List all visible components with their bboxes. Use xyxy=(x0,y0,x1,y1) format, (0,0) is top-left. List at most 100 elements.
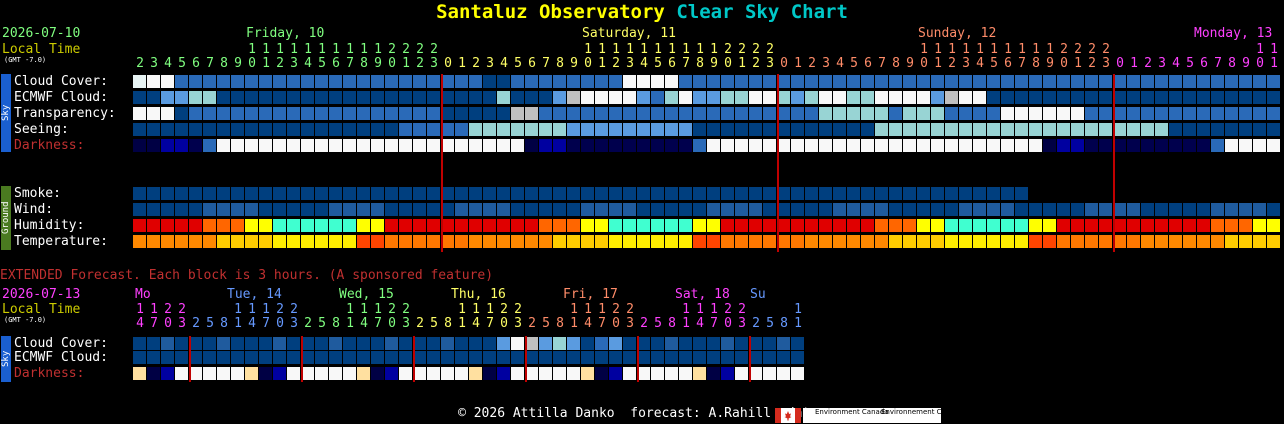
forecast-cell xyxy=(483,107,497,120)
forecast-cell xyxy=(917,203,931,216)
forecast-cell xyxy=(147,219,161,232)
forecast-cell xyxy=(735,203,749,216)
hour-ones: 5 xyxy=(178,56,186,71)
forecast-cell xyxy=(147,337,161,350)
agency-name-en: Environment Canada xyxy=(815,408,889,416)
forecast-cell xyxy=(203,75,217,88)
forecast-cell xyxy=(651,107,665,120)
forecast-cell xyxy=(567,139,581,152)
forecast-cell xyxy=(301,107,315,120)
forecast-cell xyxy=(1267,139,1281,152)
forecast-cell xyxy=(1043,123,1057,136)
forecast-cell xyxy=(959,203,973,216)
hour-ones: 2 xyxy=(752,56,760,71)
forecast-cell xyxy=(343,107,357,120)
forecast-cell xyxy=(259,351,273,364)
forecast-cell xyxy=(469,107,483,120)
forecast-cell xyxy=(651,139,665,152)
forecast-cell xyxy=(343,219,357,232)
forecast-cell xyxy=(315,123,329,136)
footer-credits: © 2026 Attilla Danko forecast: A.Rahill … xyxy=(0,406,1284,422)
forecast-cell xyxy=(805,139,819,152)
forecast-cell xyxy=(581,107,595,120)
forecast-cell xyxy=(1127,91,1141,104)
hour-ones: 4 xyxy=(136,316,144,331)
forecast-cell xyxy=(413,187,427,200)
forecast-cell xyxy=(595,75,609,88)
hour-ones: 4 xyxy=(472,316,480,331)
forecast-cell xyxy=(665,187,679,200)
forecast-cell xyxy=(567,367,581,380)
forecast-cell xyxy=(735,337,749,350)
hour-ones: 6 xyxy=(864,56,872,71)
forecast-cell xyxy=(861,123,875,136)
forecast-cell xyxy=(651,367,665,380)
forecast-cell xyxy=(945,203,959,216)
forecast-cell xyxy=(539,337,553,350)
forecast-cell xyxy=(609,337,623,350)
forecast-cell xyxy=(1029,91,1043,104)
forecast-cell xyxy=(497,123,511,136)
forecast-cell xyxy=(175,139,189,152)
hour-ones: 9 xyxy=(710,56,718,71)
hour-ones: 1 xyxy=(598,56,606,71)
forecast-cell xyxy=(665,107,679,120)
hour-ones: 0 xyxy=(444,56,452,71)
forecast-cell xyxy=(245,219,259,232)
forecast-cell xyxy=(735,123,749,136)
forecast-cell xyxy=(609,367,623,380)
hour-ones: 8 xyxy=(220,56,228,71)
forecast-cell xyxy=(245,187,259,200)
forecast-cell xyxy=(1239,139,1253,152)
forecast-cell xyxy=(427,203,441,216)
forecast-cell xyxy=(427,337,441,350)
forecast-cell xyxy=(217,107,231,120)
forecast-cell xyxy=(511,91,525,104)
forecast-cell xyxy=(581,187,595,200)
hour-ones: 3 xyxy=(290,56,298,71)
forecast-cell xyxy=(511,187,525,200)
hour-ones: 5 xyxy=(654,316,662,331)
forecast-cell xyxy=(1183,107,1197,120)
forecast-cell xyxy=(777,235,791,248)
forecast-cell xyxy=(1057,123,1071,136)
row-label: Humidity: xyxy=(14,218,85,233)
gmt-offset: (GMT -7.0) xyxy=(4,56,47,64)
forecast-cell xyxy=(973,107,987,120)
forecast-cell xyxy=(343,123,357,136)
forecast-cell xyxy=(469,367,483,380)
forecast-cell xyxy=(623,139,637,152)
hour-ones: 9 xyxy=(234,56,242,71)
forecast-cell xyxy=(567,123,581,136)
forecast-cell xyxy=(567,337,581,350)
forecast-cell xyxy=(343,337,357,350)
forecast-cell xyxy=(1211,235,1225,248)
hour-ones: 5 xyxy=(514,56,522,71)
forecast-cell xyxy=(749,235,763,248)
hour-ones: 5 xyxy=(654,56,662,71)
hour-ones: 2 xyxy=(416,316,424,331)
environment-canada-logo[interactable]: Environment Canada Environnement Canada xyxy=(803,408,963,423)
forecast-cell xyxy=(133,219,147,232)
forecast-cell xyxy=(357,123,371,136)
forecast-cell xyxy=(959,187,973,200)
forecast-cell xyxy=(1225,139,1239,152)
forecast-cell xyxy=(133,123,147,136)
forecast-cell xyxy=(413,107,427,120)
forecast-cell xyxy=(245,337,259,350)
forecast-cell xyxy=(679,139,693,152)
forecast-cell xyxy=(455,75,469,88)
forecast-cell xyxy=(595,367,609,380)
forecast-cell xyxy=(1253,75,1267,88)
forecast-cell xyxy=(959,91,973,104)
forecast-cell xyxy=(693,107,707,120)
forecast-cell xyxy=(931,139,945,152)
forecast-cell xyxy=(1071,75,1085,88)
forecast-cell xyxy=(385,107,399,120)
forecast-cell xyxy=(175,107,189,120)
hour-ones: 2 xyxy=(416,56,424,71)
forecast-cell xyxy=(539,367,553,380)
forecast-cell xyxy=(609,187,623,200)
forecast-cell xyxy=(301,203,315,216)
hour-ones: 8 xyxy=(696,56,704,71)
